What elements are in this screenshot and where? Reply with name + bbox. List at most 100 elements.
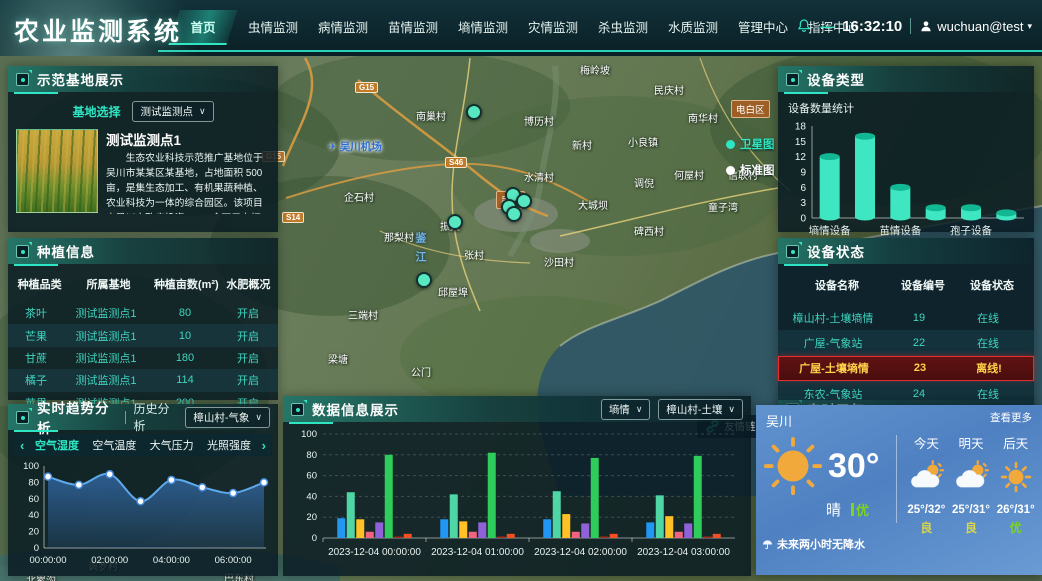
table-row: 橘子测试监测点1114开启 (8, 369, 278, 391)
map-place-label: 南巢村 (416, 108, 446, 123)
user-menu[interactable]: wuchuan@test ▾ (919, 19, 1032, 34)
tabs-left-arrow[interactable]: ‹ (18, 438, 26, 453)
history-analysis-link[interactable]: 历史分析 (134, 400, 178, 434)
nav-item-5[interactable]: 灾情监测 (518, 8, 588, 45)
nav-item-7[interactable]: 水质监测 (658, 8, 728, 45)
table-cell: 甘蔗 (8, 350, 64, 366)
map-layer-option-0[interactable]: 卫星图 (726, 136, 775, 152)
svg-text:06:00:00: 06:00:00 (215, 555, 252, 566)
table-cell: 种植亩数(m²) (150, 276, 223, 292)
panel-device-status: 设备状态 设备名称设备编号设备状态樟山村-土壤墒情19在线广屋-气象站22在线广… (778, 238, 1034, 400)
table-cell: 广屋-气象站 (778, 335, 888, 351)
forecast-day-1: 明天25°/31°良 (949, 433, 994, 536)
panel-corner-icon (16, 411, 29, 424)
table-cell: 开启 (222, 350, 274, 366)
map-city-badge: 电白区 (731, 100, 770, 118)
device-marker-0[interactable] (466, 104, 482, 120)
data-station-dropdown[interactable]: 樟山村-土壤 ∨ (658, 399, 743, 420)
table-cell: 开启 (222, 372, 274, 388)
map-place-label: 民庆村 (654, 82, 684, 97)
trend-tab-1[interactable]: 空气温度 (88, 437, 141, 453)
nav-item-2[interactable]: 病情监测 (308, 8, 378, 45)
tabs-right-arrow[interactable]: › (260, 438, 268, 453)
bell-icon[interactable] (796, 18, 812, 34)
nav-item-1[interactable]: 虫情监测 (238, 8, 308, 45)
panel-corner-icon (786, 73, 799, 86)
nav-item-6[interactable]: 杀虫监测 (588, 8, 658, 45)
nav-item-3[interactable]: 苗情监测 (378, 8, 448, 45)
svg-text:100: 100 (23, 461, 39, 472)
table-cell: 茶叶 (8, 305, 64, 321)
map-layer-option-1[interactable]: 标准图 (726, 162, 775, 178)
table-cell: 24 (888, 388, 950, 400)
road-shield: G15 (355, 82, 378, 93)
svg-text:60: 60 (306, 471, 317, 482)
device-marker-5[interactable] (447, 214, 463, 230)
minus-icon[interactable]: — (820, 18, 834, 34)
panel-title: 示范基地展示 (37, 69, 124, 89)
umbrella-icon (762, 539, 773, 550)
map-place-label: 沙田村 (544, 254, 574, 269)
map-place-label: 梅岭坡 (580, 62, 610, 77)
device-marker-6[interactable] (416, 272, 432, 288)
panel-planting-info: 种植信息 种植品类所属基地种植亩数(m²)水肥概况茶叶测试监测点180开启芒果测… (8, 238, 278, 400)
svg-text:02:00:00: 02:00:00 (91, 555, 128, 566)
table-cell: 测试监测点1 (64, 350, 148, 366)
road-shield: S14 (282, 212, 304, 223)
map-layer-label: 卫星图 (740, 136, 775, 152)
forecast-temp: 25°/31° (949, 504, 994, 516)
panel-title: 设备状态 (807, 241, 865, 261)
svg-text:孢子设备: 孢子设备 (950, 224, 992, 237)
trend-station-dropdown[interactable]: 樟山村-气象 ∨ (185, 407, 270, 428)
base-select-dropdown[interactable]: 测试监测点 ∨ (132, 101, 213, 122)
table-row: 广屋-气象站22在线 (778, 330, 1034, 355)
data-type-dropdown[interactable]: 墒情 ∨ (601, 399, 651, 420)
svg-text:60: 60 (28, 494, 39, 505)
chevron-down-icon: ∨ (199, 106, 206, 117)
nav-item-4[interactable]: 墒情监测 (448, 8, 518, 45)
trend-tab-2[interactable]: 大气压力 (145, 437, 198, 453)
divider (896, 435, 897, 523)
trend-tab-3[interactable]: 光照强度 (202, 437, 255, 453)
map-place-label: 那梨村 (384, 229, 414, 244)
map-place-label: 博历村 (524, 113, 554, 128)
map-layer-label: 标准图 (740, 162, 775, 178)
map-place-label: 碑西村 (634, 223, 664, 238)
base-select-value: 测试监测点 (140, 104, 193, 119)
river-label: 鉴江 (412, 232, 428, 270)
panel-title: 设备类型 (807, 69, 865, 89)
panel-device-type: 设备类型 设备数量统计 0369121518墒情设备苗情设备孢子设备 (778, 66, 1034, 232)
map-place-label: 南华村 (688, 110, 718, 125)
planting-table: 种植品类所属基地种植亩数(m²)水肥概况茶叶测试监测点180开启芒果测试监测点1… (8, 264, 278, 414)
nav-item-0[interactable]: 首页 (168, 8, 238, 45)
panel-title: 数据信息展示 (312, 399, 399, 419)
trend-tab-0[interactable]: 空气湿度 (30, 437, 83, 453)
svg-text:0: 0 (312, 533, 317, 544)
svg-text:15: 15 (795, 137, 807, 148)
weather-more-link[interactable]: 查看更多 (990, 410, 1032, 425)
svg-text:9: 9 (800, 168, 806, 179)
map-place-label: 小良镇 (628, 134, 658, 149)
forecast-day-label: 后天 (993, 433, 1038, 452)
site-photo (16, 129, 98, 213)
trend-station-value: 樟山村-气象 (193, 410, 249, 425)
device-marker-4[interactable] (506, 206, 522, 222)
forecast-quality: 优 (993, 519, 1038, 536)
forecast-temp: 26°/31° (993, 504, 1038, 516)
chevron-down-icon: ∨ (255, 412, 262, 423)
weather-widget: 吴川 查看更多 30° 晴 优 (756, 405, 1042, 575)
device-count-subtitle: 设备数量统计 (778, 92, 1034, 116)
map-place-label: 新村 (572, 137, 592, 152)
weather-tip: 未来两小时无降水 (777, 536, 865, 552)
table-cell: 测试监测点1 (64, 328, 148, 344)
map-place-label: 童子湾 (708, 199, 738, 214)
radio-dot-icon (726, 140, 735, 149)
table-row: 甘蔗测试监测点1180开启 (8, 347, 278, 369)
clock: 16:32:10 (842, 18, 902, 35)
device-bar-chart: 0369121518墒情设备苗情设备孢子设备 (778, 116, 1034, 255)
radio-dot-icon (726, 166, 735, 175)
sun-cloud-icon (904, 460, 949, 498)
nav-item-8[interactable]: 管理中心 (728, 8, 798, 45)
table-cell: 10 (148, 330, 222, 342)
table-header-row: 设备名称设备编号设备状态 (778, 264, 1034, 305)
